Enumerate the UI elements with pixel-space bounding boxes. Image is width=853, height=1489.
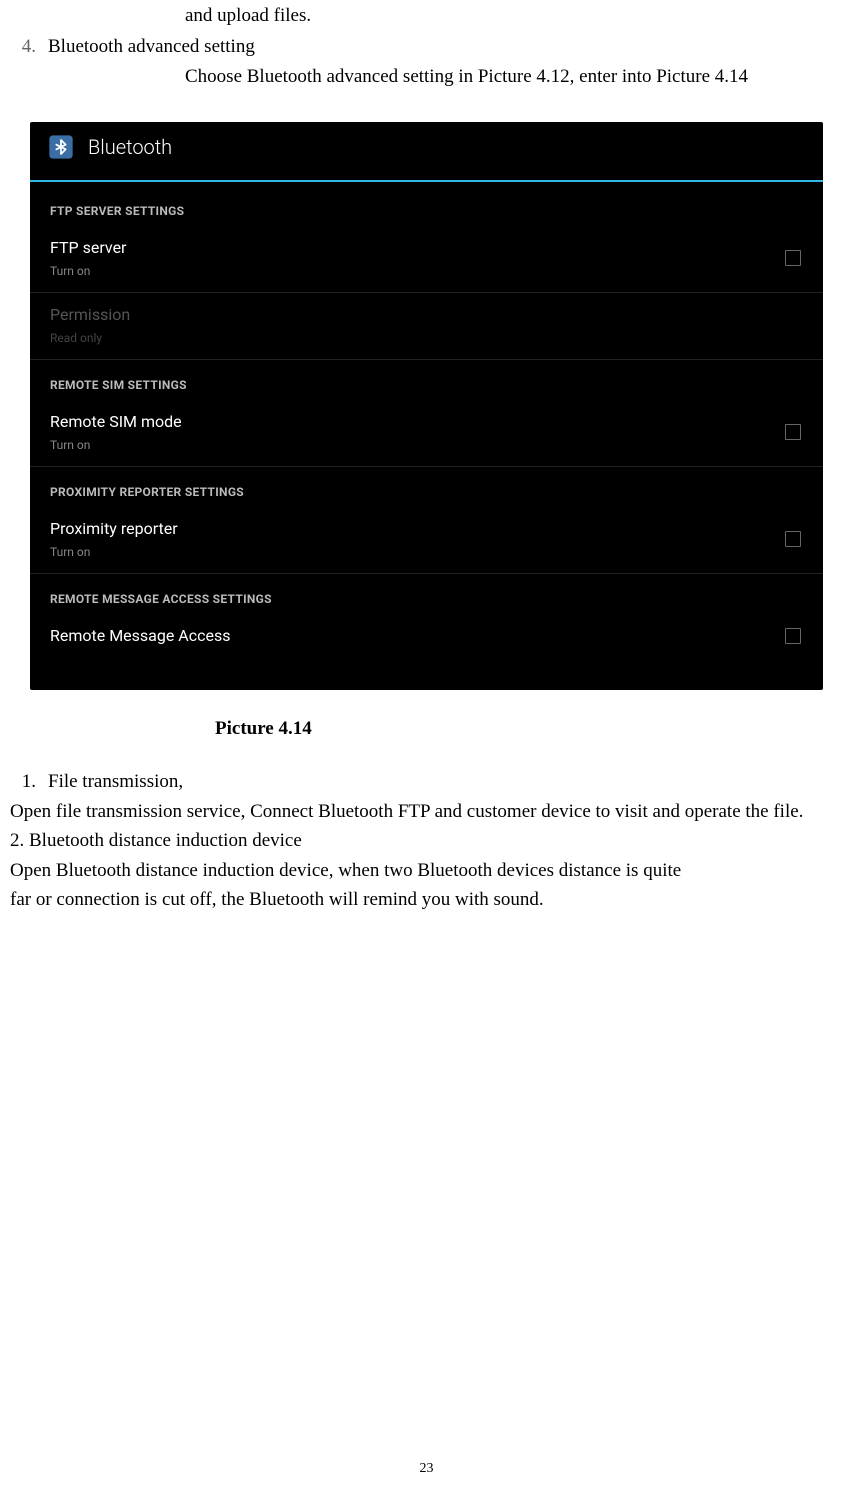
settings-row-remote-message[interactable]: Remote Message Access xyxy=(30,614,823,660)
settings-row-proximity[interactable]: Proximity reporter Turn on xyxy=(30,507,823,574)
body-paragraph: 2. Bluetooth distance induction device xyxy=(10,827,843,856)
section-header: REMOTE MESSAGE ACCESS SETTINGS xyxy=(30,574,823,614)
screenshot-body: FTP SERVER SETTINGS FTP server Turn on P… xyxy=(30,182,823,690)
bluetooth-settings-screenshot: Bluetooth FTP SERVER SETTINGS FTP server… xyxy=(30,122,823,690)
row-sublabel: Turn on xyxy=(50,543,178,561)
row-sublabel: Turn on xyxy=(50,436,182,454)
row-label: Proximity reporter xyxy=(50,517,178,541)
row-label: Remote SIM mode xyxy=(50,410,182,434)
checkbox-icon[interactable] xyxy=(785,628,801,644)
row-label: Permission xyxy=(50,303,130,327)
body-paragraph: Open Bluetooth distance induction device… xyxy=(10,857,843,886)
list-item-1: 1. File transmission, xyxy=(18,768,843,797)
list-item-4: 4. Bluetooth advanced setting xyxy=(18,33,843,62)
row-sublabel: Read only xyxy=(50,329,130,347)
row-label: FTP server xyxy=(50,236,126,260)
bluetooth-icon xyxy=(46,132,76,162)
section-header: PROXIMITY REPORTER SETTINGS xyxy=(30,467,823,507)
checkbox-icon[interactable] xyxy=(785,424,801,440)
list-text: Bluetooth advanced setting xyxy=(48,33,843,62)
row-sublabel: Turn on xyxy=(50,262,126,280)
list-item-4-description: Choose Bluetooth advanced setting in Pic… xyxy=(10,63,843,92)
figure-caption: Picture 4.14 xyxy=(10,715,843,744)
checkbox-icon[interactable] xyxy=(785,531,801,547)
list-number: 1. xyxy=(18,768,36,797)
intro-line-continuation: and upload files. xyxy=(10,2,843,31)
screenshot-title: Bluetooth xyxy=(88,132,172,162)
section-header: FTP SERVER SETTINGS xyxy=(30,186,823,226)
settings-row-permission: Permission Read only xyxy=(30,293,823,360)
section-header: REMOTE SIM SETTINGS xyxy=(30,360,823,400)
list-text: File transmission, xyxy=(48,768,843,797)
body-paragraph: far or connection is cut off, the Blueto… xyxy=(10,886,843,915)
list-number: 4. xyxy=(18,33,36,62)
settings-row-ftp-server[interactable]: FTP server Turn on xyxy=(30,226,823,293)
checkbox-icon[interactable] xyxy=(785,250,801,266)
body-paragraph: Open file transmission service, Connect … xyxy=(10,798,843,827)
row-label: Remote Message Access xyxy=(50,624,230,648)
settings-row-remote-sim[interactable]: Remote SIM mode Turn on xyxy=(30,400,823,467)
screenshot-header: Bluetooth xyxy=(30,122,823,182)
page-number: 23 xyxy=(0,1458,853,1479)
